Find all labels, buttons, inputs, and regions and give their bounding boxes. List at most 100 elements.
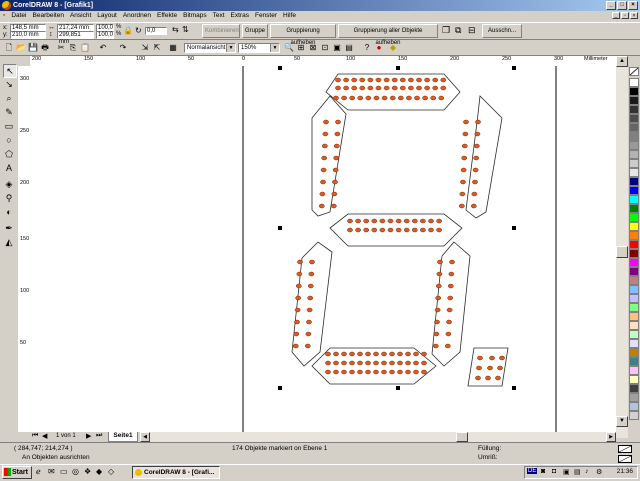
led-dot[interactable] — [434, 319, 440, 325]
selection-handle[interactable] — [396, 66, 400, 70]
led-dot[interactable] — [391, 85, 398, 91]
application-launcher-icon[interactable]: ▦ — [168, 43, 178, 53]
led-dot[interactable] — [351, 77, 358, 83]
led-dot[interactable] — [347, 218, 353, 224]
selection-handle[interactable] — [512, 66, 516, 70]
quicklaunch-app3-icon[interactable]: ◇ — [108, 467, 114, 476]
led-dot[interactable] — [421, 360, 427, 366]
doc-minimize-button[interactable]: _ — [612, 12, 620, 19]
led-dot[interactable] — [322, 131, 329, 137]
color-swatch[interactable] — [629, 150, 639, 159]
seven-segment-drawing[interactable] — [30, 66, 628, 432]
pick-tool-icon[interactable]: ↖ — [3, 64, 17, 78]
led-dot[interactable] — [433, 331, 440, 337]
quicklaunch-outlook-icon[interactable]: ✉ — [48, 467, 55, 476]
color-swatch[interactable] — [629, 312, 639, 321]
led-dot[interactable] — [357, 360, 363, 366]
menu-hilfe[interactable]: Hilfe — [280, 11, 299, 21]
led-dot[interactable] — [421, 351, 427, 357]
fill-tool-icon[interactable]: ◭ — [3, 236, 15, 248]
color-swatch[interactable] — [629, 159, 639, 168]
led-dot[interactable] — [474, 131, 481, 137]
document-icon[interactable]: ▪ — [0, 11, 8, 21]
led-dot[interactable] — [383, 77, 390, 83]
led-dot[interactable] — [323, 119, 329, 125]
new-file-icon[interactable]: 🗋 — [4, 43, 14, 53]
led-dot[interactable] — [432, 85, 439, 91]
led-dot[interactable] — [379, 227, 386, 233]
led-dot[interactable] — [318, 203, 325, 209]
led-dot[interactable] — [387, 218, 394, 224]
horizontal-scroll-thumb[interactable] — [456, 432, 468, 442]
led-dot[interactable] — [428, 218, 434, 224]
led-dot[interactable] — [371, 218, 378, 224]
led-dot[interactable] — [387, 227, 394, 233]
color-swatch[interactable] — [629, 105, 639, 114]
color-swatch[interactable] — [629, 141, 639, 150]
led-dot[interactable] — [430, 95, 437, 101]
color-swatch[interactable] — [629, 384, 639, 393]
led-dot[interactable] — [449, 259, 455, 265]
led-dot[interactable] — [295, 295, 302, 301]
led-dot[interactable] — [476, 365, 482, 371]
led-dot[interactable] — [463, 119, 469, 125]
next-page-icon[interactable]: ▶ — [86, 432, 91, 440]
led-dot[interactable] — [367, 77, 374, 83]
led-dot[interactable] — [333, 95, 339, 101]
language-indicator[interactable]: DE — [527, 468, 538, 474]
led-dot[interactable] — [391, 77, 398, 83]
led-dot[interactable] — [294, 307, 301, 313]
led-dot[interactable] — [403, 218, 410, 224]
snap-icon[interactable]: ▣ — [332, 43, 342, 53]
led-dot[interactable] — [459, 191, 466, 197]
color-swatch[interactable] — [629, 123, 639, 132]
led-dot[interactable] — [320, 179, 326, 185]
quicklaunch-ie-icon[interactable]: ℯ — [36, 467, 41, 476]
led-dot[interactable] — [422, 95, 428, 101]
led-dot[interactable] — [416, 85, 422, 91]
menu-layout[interactable]: Layout — [94, 11, 120, 21]
led-dot[interactable] — [355, 218, 361, 224]
led-dot[interactable] — [341, 360, 347, 366]
paste-icon[interactable]: 📋 — [80, 43, 90, 53]
lock-ratio-icon[interactable]: 🔒 — [123, 26, 133, 35]
led-dot[interactable] — [381, 369, 387, 375]
led-dot[interactable] — [470, 203, 477, 209]
led-dot[interactable] — [471, 191, 478, 197]
zoom-select[interactable]: 150% ▼ — [238, 43, 280, 53]
led-dot[interactable] — [333, 143, 340, 149]
scroll-up-icon[interactable]: ▲ — [616, 56, 628, 67]
tray-icon-3[interactable]: ▣ — [563, 468, 570, 476]
quicklaunch-app2-icon[interactable]: ◆ — [96, 467, 102, 476]
led-dot[interactable] — [413, 369, 419, 375]
color-swatch[interactable] — [629, 168, 639, 177]
led-dot[interactable] — [405, 360, 411, 366]
vertical-scrollbar[interactable]: ▲ ▼ — [616, 56, 628, 438]
horizontal-scrollbar[interactable]: ◀ ▶ — [140, 432, 616, 442]
undo-icon[interactable]: ↶ — [98, 43, 108, 53]
led-dot[interactable] — [371, 227, 378, 233]
led-dot[interactable] — [351, 85, 358, 91]
led-dot[interactable] — [365, 351, 371, 357]
color-swatch[interactable] — [629, 357, 639, 366]
scale-y-field[interactable]: 100,0 — [96, 31, 114, 39]
color-swatch[interactable] — [629, 186, 639, 195]
led-dot[interactable] — [495, 375, 501, 381]
led-dot[interactable] — [381, 360, 387, 366]
led-dot[interactable] — [395, 227, 402, 233]
combine-button[interactable]: Kombinieren — [202, 24, 240, 38]
selection-handle[interactable] — [278, 386, 282, 390]
rotation-angle-field[interactable]: 0,0 — [145, 27, 167, 35]
led-dot[interactable] — [435, 283, 442, 289]
led-dot[interactable] — [421, 369, 427, 375]
menu-datei[interactable]: Datei — [8, 11, 29, 21]
interactive-blend-icon[interactable]: ◐ — [3, 206, 15, 218]
led-dot[interactable] — [307, 283, 314, 289]
led-dot[interactable] — [447, 283, 454, 289]
weld-icon[interactable]: ⊟ — [468, 25, 476, 36]
led-dot[interactable] — [462, 131, 469, 137]
led-dot[interactable] — [293, 331, 300, 337]
print-icon[interactable]: 🖶 — [40, 43, 50, 53]
help-icon[interactable]: ? — [362, 43, 372, 53]
led-dot[interactable] — [440, 77, 447, 83]
